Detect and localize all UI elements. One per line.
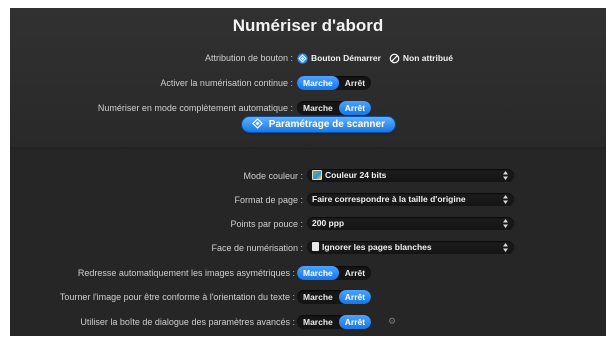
start-button-label: Bouton Démarrer bbox=[311, 53, 381, 63]
dpi-select[interactable]: 200 ppp bbox=[307, 217, 514, 230]
rotate-off[interactable]: Arrêt bbox=[338, 290, 372, 304]
rotate-on[interactable]: Marche bbox=[297, 290, 339, 304]
deskew-label: Redresse automatiquement les images asym… bbox=[77, 268, 295, 278]
advanced-dialog-label: Utiliser la boîte de dialogue des paramè… bbox=[80, 317, 295, 327]
color-mode-value: Couleur 24 bits bbox=[325, 170, 387, 180]
rotate-label: Tourner l'image pour être conforme à l'o… bbox=[59, 292, 295, 302]
advanced-dialog-on[interactable]: Marche bbox=[297, 315, 339, 329]
color-mode-arrows-icon bbox=[503, 171, 508, 185]
unassigned-label: Non attribué bbox=[402, 53, 453, 63]
scan-side-value: Ignorer les pages blanches bbox=[322, 242, 432, 252]
full-auto-toggle: Marche Arrêt bbox=[297, 101, 372, 115]
continuous-scan-off[interactable]: Arrêt bbox=[339, 76, 371, 90]
color-mode-label: Mode couleur : bbox=[243, 171, 303, 181]
continuous-scan-toggle: Marche Arrêt bbox=[297, 76, 372, 90]
deskew-toggle: Marche Arrêt bbox=[297, 266, 372, 280]
dpi-label: Points par pouce : bbox=[230, 219, 303, 229]
scan-side-select[interactable]: Ignorer les pages blanches bbox=[307, 241, 514, 254]
continuous-scan-label: Activer la numérisation continue : bbox=[160, 78, 293, 88]
scanner-settings-label: Paramétrage de scanner bbox=[268, 119, 385, 130]
unassigned-option[interactable]: Non attribué bbox=[389, 53, 453, 64]
color-image-icon bbox=[312, 169, 322, 180]
start-diamond-icon bbox=[297, 52, 308, 64]
scan-first-panel: Numériser d'abord Attribution de bouton … bbox=[10, 8, 606, 336]
scan-side-label: Face de numérisation : bbox=[211, 243, 303, 253]
gear-icon[interactable]: ⚙︎ bbox=[388, 317, 397, 326]
advanced-dialog-toggle: Marche Arrêt bbox=[297, 315, 372, 329]
page-format-select[interactable]: Faire correspondre à la taille d'origine bbox=[307, 193, 514, 206]
start-button-option[interactable]: Bouton Démarrer bbox=[297, 52, 381, 64]
rotate-toggle: Marche Arrêt bbox=[297, 290, 372, 304]
settings-diamond-icon bbox=[252, 117, 263, 129]
dpi-value: 200 ppp bbox=[312, 218, 345, 228]
full-auto-on[interactable]: Marche bbox=[297, 101, 339, 115]
scan-side-arrows-icon bbox=[503, 243, 508, 257]
button-assignment-options: Bouton Démarrer Non attribué bbox=[297, 52, 461, 64]
advanced-dialog-off[interactable]: Arrêt bbox=[338, 315, 372, 329]
button-assignment-label: Attribution de bouton : bbox=[204, 53, 293, 63]
scanner-settings-button[interactable]: Paramétrage de scanner bbox=[242, 117, 395, 132]
full-auto-off[interactable]: Arrêt bbox=[338, 101, 372, 115]
page-format-label: Format de page : bbox=[234, 195, 303, 205]
continuous-scan-on[interactable]: Marche bbox=[297, 76, 339, 90]
page-format-arrows-icon bbox=[503, 195, 508, 209]
page-title: Numériser d'abord bbox=[232, 16, 384, 35]
page-icon bbox=[312, 242, 319, 252]
dpi-arrows-icon bbox=[503, 219, 508, 233]
full-auto-label: Numériser en mode complètement automatiq… bbox=[97, 103, 293, 113]
page-format-value: Faire correspondre à la taille d'origine bbox=[312, 194, 466, 204]
unassigned-icon bbox=[389, 53, 400, 63]
deskew-on[interactable]: Marche bbox=[297, 266, 339, 280]
color-mode-select[interactable]: Couleur 24 bits bbox=[307, 169, 514, 182]
deskew-off[interactable]: Arrêt bbox=[339, 266, 371, 280]
